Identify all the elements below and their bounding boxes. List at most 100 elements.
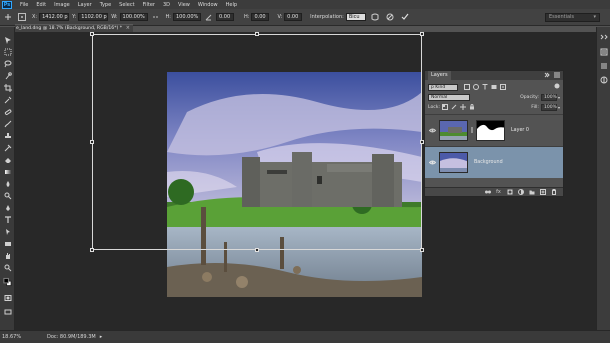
filter-shape-icon[interactable] <box>491 84 497 90</box>
group-icon[interactable] <box>528 189 535 196</box>
pen-tool-icon[interactable] <box>3 203 12 212</box>
chevron-down-icon[interactable]: ▾ <box>558 105 560 110</box>
brush-tool-icon[interactable] <box>3 119 12 128</box>
photoshop-logo[interactable]: Ps <box>2 0 12 9</box>
transform-handle-top-center[interactable] <box>255 32 259 36</box>
mask-icon[interactable] <box>506 189 513 196</box>
menu-select[interactable]: Select <box>116 2 139 8</box>
lock-all-icon[interactable] <box>469 104 475 110</box>
warp-mode-icon[interactable] <box>371 13 380 22</box>
chevron-down-icon[interactable]: ▾ <box>558 95 560 100</box>
y-position-field[interactable]: 1102.00 p <box>78 13 109 21</box>
move-tool-icon[interactable] <box>3 35 12 44</box>
menu-view[interactable]: View <box>175 2 195 8</box>
gradient-tool-icon[interactable] <box>3 167 12 176</box>
screen-mode-icon[interactable] <box>3 307 12 316</box>
status-menu-arrow-icon[interactable]: ▸ <box>100 334 103 340</box>
lock-position-icon[interactable] <box>460 104 467 110</box>
workspace-select[interactable]: Essentials ▾ <box>545 13 600 22</box>
layers-tab[interactable]: Layers <box>428 71 451 80</box>
menu-edit[interactable]: Edit <box>33 2 51 8</box>
clone-stamp-tool-icon[interactable] <box>3 131 12 140</box>
layer-name[interactable]: Layer 0 <box>511 128 529 133</box>
lock-image-icon[interactable] <box>451 104 457 110</box>
blend-mode-select[interactable]: Normal <box>428 93 470 101</box>
layer-thumbnail[interactable] <box>439 152 468 173</box>
quick-selection-tool-icon[interactable] <box>3 71 12 80</box>
transform-handle-bottom-left[interactable] <box>90 248 94 252</box>
collapse-panel-icon[interactable] <box>544 72 550 80</box>
path-selection-tool-icon[interactable] <box>3 227 12 236</box>
close-icon[interactable]: × <box>126 25 130 32</box>
filter-toggle-icon[interactable] <box>554 83 560 91</box>
history-panel-icon[interactable] <box>599 47 609 56</box>
transform-handle-middle-left[interactable] <box>90 140 94 144</box>
adjustment-icon[interactable] <box>517 189 524 196</box>
menu-help[interactable]: Help <box>223 2 242 8</box>
x-position-field[interactable]: 1412.00 p <box>39 13 70 21</box>
width-scale-field[interactable]: 100.00% <box>119 13 148 21</box>
new-layer-icon[interactable] <box>539 189 546 196</box>
type-tool-icon[interactable] <box>3 215 12 224</box>
horizontal-skew-field[interactable]: 0.00 <box>251 13 270 21</box>
visibility-eye-icon[interactable] <box>428 160 437 165</box>
zoom-tool-icon[interactable] <box>3 263 12 272</box>
menu-type[interactable]: Type <box>97 2 116 8</box>
opacity-field[interactable]: 100% <box>540 93 557 101</box>
transform-handle-top-left[interactable] <box>90 32 94 36</box>
eyedropper-tool-icon[interactable] <box>3 95 12 104</box>
transform-handle-top-right[interactable] <box>420 32 424 36</box>
chain-link-icon[interactable] <box>470 126 474 135</box>
history-brush-tool-icon[interactable] <box>3 143 12 152</box>
fill-field[interactable]: 100% <box>540 103 557 111</box>
menu-image[interactable]: Image <box>51 2 75 8</box>
dodge-tool-icon[interactable] <box>3 191 12 200</box>
rotation-angle-field[interactable]: 0.00 <box>216 13 234 21</box>
layer-filter-kind-select[interactable]: p Kind <box>428 83 458 91</box>
eraser-tool-icon[interactable] <box>3 155 12 164</box>
menu-window[interactable]: Window <box>195 2 223 8</box>
blur-tool-icon[interactable] <box>3 179 12 188</box>
fx-icon[interactable]: fx <box>495 189 502 196</box>
document-image[interactable] <box>167 72 422 297</box>
layer-mask-thumbnail[interactable] <box>476 120 505 141</box>
reference-point-icon[interactable] <box>17 13 26 22</box>
height-scale-field[interactable]: 100.00% <box>173 13 201 21</box>
hand-tool-icon[interactable] <box>3 251 12 260</box>
visibility-eye-icon[interactable] <box>428 128 437 133</box>
trash-icon[interactable] <box>550 189 557 196</box>
vertical-skew-field[interactable]: 0.00 <box>284 13 303 21</box>
menu-layer[interactable]: Layer <box>75 2 97 8</box>
cancel-transform-icon[interactable] <box>386 13 395 22</box>
commit-transform-icon[interactable] <box>401 13 410 22</box>
healing-brush-tool-icon[interactable] <box>3 107 12 116</box>
properties-panel-icon[interactable] <box>599 61 609 70</box>
transform-tool-icon[interactable] <box>3 13 12 22</box>
layer-row-background[interactable]: Background <box>425 146 563 178</box>
rectangle-tool-icon[interactable] <box>3 239 12 248</box>
collapse-dock-icon[interactable] <box>599 32 609 41</box>
layer-thumbnail[interactable] <box>439 120 468 141</box>
menu-3d[interactable]: 3D <box>160 2 175 8</box>
filter-smart-object-icon[interactable] <box>500 84 506 90</box>
interpolation-select[interactable]: Bicu <box>345 13 366 21</box>
lock-transparent-icon[interactable] <box>442 104 449 110</box>
crop-tool-icon[interactable] <box>3 83 12 92</box>
layer-name[interactable]: Background <box>474 160 503 165</box>
layer-row-layer-0[interactable]: Layer 0 <box>425 114 563 146</box>
adjustments-panel-icon[interactable] <box>599 75 609 84</box>
quick-mask-icon[interactable] <box>3 293 12 302</box>
link-icon[interactable] <box>151 13 160 22</box>
menu-filter[interactable]: Filter <box>140 2 160 8</box>
zoom-level-field[interactable]: 18.67% <box>2 334 32 340</box>
lasso-tool-icon[interactable] <box>3 59 12 68</box>
marquee-tool-icon[interactable] <box>3 47 12 56</box>
menu-file[interactable]: File <box>17 2 33 8</box>
link-icon[interactable] <box>484 189 491 196</box>
filter-pixel-icon[interactable] <box>464 84 470 90</box>
filter-type-icon[interactable] <box>482 84 488 90</box>
document-tab[interactable]: e_land.dng @ 18.7% (Background, RGB/16*)… <box>15 24 133 32</box>
color-swatches-icon[interactable] <box>3 277 12 286</box>
filter-adjustment-icon[interactable] <box>473 84 479 90</box>
panel-menu-icon[interactable] <box>554 72 560 80</box>
